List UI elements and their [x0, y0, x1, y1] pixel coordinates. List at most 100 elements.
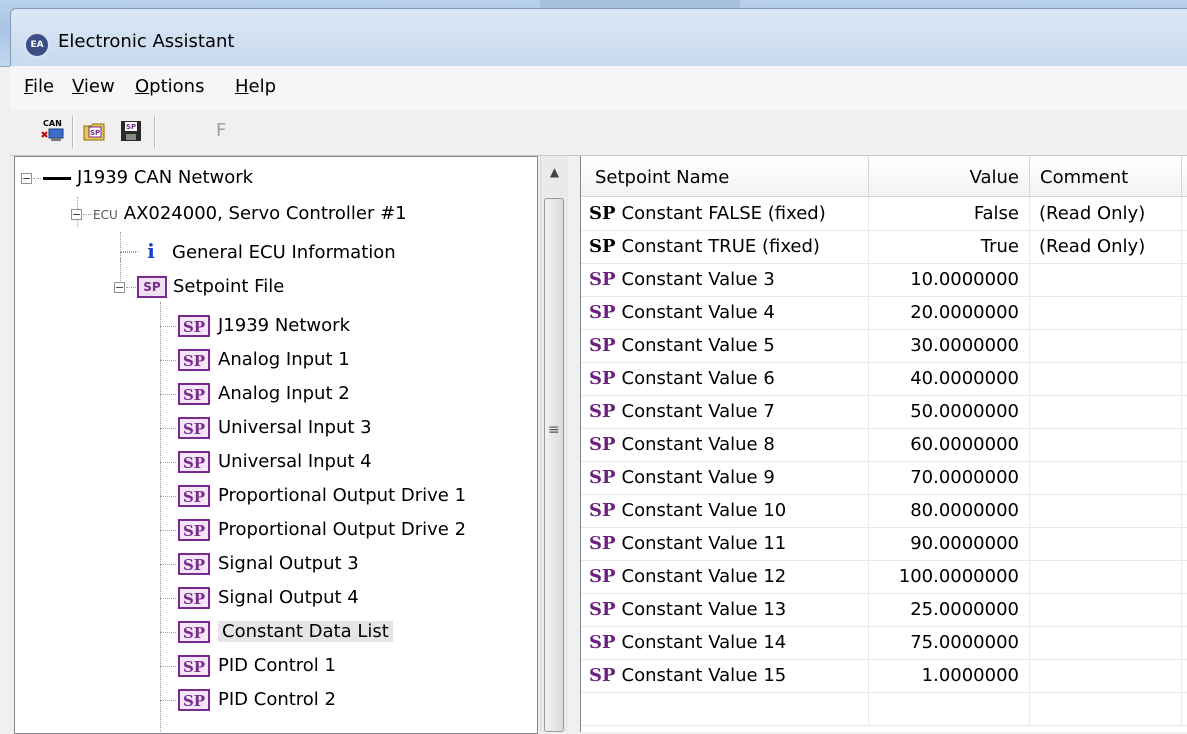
tree-item-setpoint[interactable]: SP Signal Output 3: [178, 547, 359, 581]
table-row[interactable]: SP Constant Value 4 20.0000000: [581, 296, 1187, 330]
cell-value[interactable]: 25.0000000: [869, 593, 1030, 626]
setpoint-name-text: Constant Value 8: [621, 434, 775, 455]
toolbar-separator: [154, 116, 156, 148]
setpoint-icon: SP: [178, 485, 210, 507]
cell-value[interactable]: 30.0000000: [869, 329, 1030, 362]
setpoint-badge-icon: SP: [589, 434, 616, 455]
tree-item-setpoint-file[interactable]: SP Setpoint File: [137, 270, 284, 304]
cell-comment: (Read Only): [1030, 197, 1182, 230]
cell-value[interactable]: 10.0000000: [869, 263, 1030, 296]
expander-root[interactable]: −: [21, 173, 32, 184]
table-row[interactable]: SP Constant Value 5 30.0000000: [581, 329, 1187, 363]
setpoint-name-text: Constant Value 6: [621, 368, 775, 389]
table-row[interactable]: SP Constant Value 9 70.0000000: [581, 461, 1187, 495]
menu-help-accel: H: [235, 76, 249, 97]
cell-value[interactable]: 1.0000000: [869, 659, 1030, 692]
cell-setpoint-name: SP Constant Value 3: [581, 263, 869, 296]
setpoint-name-text: Constant Value 10: [621, 500, 787, 521]
tree-item-setpoint[interactable]: SP Proportional Output Drive 1: [178, 479, 466, 513]
tree-item-j1939-can-network[interactable]: J1939 CAN Network: [43, 161, 253, 195]
column-header-comment[interactable]: Comment: [1030, 156, 1182, 196]
open-setpoint-icon[interactable]: SP: [82, 118, 108, 144]
tree-connector: [160, 496, 176, 497]
scrollbar-thumb[interactable]: [544, 198, 564, 732]
setpoint-icon: SP: [178, 587, 210, 609]
cell-comment: [1030, 263, 1182, 296]
cell-value[interactable]: 80.0000000: [869, 494, 1030, 527]
table-row[interactable]: SP Constant FALSE (fixed) False (Read Only): [581, 197, 1187, 231]
cell-setpoint-name: SP Constant Value 4: [581, 296, 869, 329]
table-row[interactable]: SP Constant Value 7 50.0000000: [581, 395, 1187, 429]
table-row[interactable]: SP Constant Value 15 1.0000000: [581, 659, 1187, 693]
cell-value[interactable]: 40.0000000: [869, 362, 1030, 395]
table-row[interactable]: SP Constant Value 10 80.0000000: [581, 494, 1187, 528]
table-row[interactable]: SP Constant Value 8 60.0000000: [581, 428, 1187, 462]
table-row[interactable]: SP Constant Value 14 75.0000000: [581, 626, 1187, 660]
tree-item-setpoint[interactable]: SP Constant Data List: [178, 615, 393, 649]
menu-file[interactable]: File: [24, 76, 54, 97]
tree-item-setpoint[interactable]: SP Signal Output 4: [178, 581, 359, 615]
cell-value[interactable]: 60.0000000: [869, 428, 1030, 461]
tree-item-setpoint[interactable]: SP Analog Input 2: [178, 377, 350, 411]
expander-setpoint-file[interactable]: −: [114, 282, 125, 293]
cell-value[interactable]: 50.0000000: [869, 395, 1030, 428]
tree-item-setpoint[interactable]: SP Universal Input 4: [178, 445, 372, 479]
setpoint-name-text: Constant Value 15: [621, 665, 787, 686]
app-logo-icon: EA: [24, 32, 50, 58]
table-row[interactable]: SP Constant Value 11 90.0000000: [581, 527, 1187, 561]
toolbar-f-button[interactable]: F: [216, 120, 226, 141]
cell-empty: [869, 692, 1030, 725]
tree-item-setpoint[interactable]: SP Analog Input 1: [178, 343, 350, 377]
cell-comment: [1030, 395, 1182, 428]
cell-value[interactable]: 75.0000000: [869, 626, 1030, 659]
table-row[interactable]: SP Constant Value 6 40.0000000: [581, 362, 1187, 396]
setpoint-badge-icon: SP: [589, 500, 616, 521]
expander-ecu[interactable]: −: [71, 209, 82, 220]
cell-value[interactable]: True: [869, 230, 1030, 263]
setpoint-badge-icon: SP: [589, 203, 616, 224]
table-row[interactable]: SP Constant Value 12 100.0000000: [581, 560, 1187, 594]
tree-item-setpoint[interactable]: SP PID Control 2: [178, 683, 336, 717]
tree-connector: [160, 428, 176, 429]
tree-item-ecu[interactable]: ECU AX024000, Servo Controller #1: [93, 197, 407, 231]
menu-view[interactable]: View: [72, 76, 115, 97]
pane-splitter[interactable]: [568, 156, 580, 732]
tree-item-setpoint[interactable]: SP Proportional Output Drive 2: [178, 513, 466, 547]
column-header-setpoint-name[interactable]: Setpoint Name: [581, 156, 869, 196]
tree-label: Setpoint File: [173, 276, 285, 297]
cell-empty: [581, 692, 869, 725]
scroll-up-icon[interactable]: ▲: [541, 156, 568, 188]
tree-item-setpoint[interactable]: SP Universal Input 3: [178, 411, 372, 445]
setpoint-icon: SP: [178, 349, 210, 371]
tree-item-general-ecu-information[interactable]: i General ECU Information: [140, 234, 396, 268]
setpoint-icon: SP: [178, 417, 210, 439]
tree-connector: [120, 252, 136, 253]
table-row[interactable]: SP Constant Value 3 10.0000000: [581, 263, 1187, 297]
tree-scrollbar[interactable]: ▲ ≡: [540, 156, 568, 732]
tree-label: PID Control 1: [218, 655, 336, 676]
setpoint-icon: SP: [178, 383, 210, 405]
setpoint-badge-icon: SP: [589, 533, 616, 554]
table-row[interactable]: SP Constant Value 13 25.0000000: [581, 593, 1187, 627]
cell-setpoint-name: SP Constant Value 8: [581, 428, 869, 461]
menu-help[interactable]: Help: [235, 76, 276, 97]
cell-value[interactable]: 20.0000000: [869, 296, 1030, 329]
column-header-value[interactable]: Value: [869, 156, 1030, 196]
cell-value[interactable]: 100.0000000: [869, 560, 1030, 593]
cell-value[interactable]: 70.0000000: [869, 461, 1030, 494]
open-sp-label: SP: [90, 129, 100, 137]
can-connect-icon[interactable]: CAN: [40, 118, 66, 144]
cell-comment: [1030, 659, 1182, 692]
cell-setpoint-name: SP Constant Value 15: [581, 659, 869, 692]
cell-empty: [1030, 692, 1182, 725]
menu-options[interactable]: Options: [135, 76, 204, 97]
tree-item-setpoint[interactable]: SP J1939 Network: [178, 309, 350, 343]
cell-value[interactable]: 90.0000000: [869, 527, 1030, 560]
table-row[interactable]: SP Constant TRUE (fixed) True (Read Only): [581, 230, 1187, 264]
cell-comment: [1030, 494, 1182, 527]
save-setpoint-icon[interactable]: SP: [118, 118, 144, 144]
cell-value[interactable]: False: [869, 197, 1030, 230]
tree-item-setpoint[interactable]: SP PID Control 1: [178, 649, 336, 683]
tree-connector: [160, 632, 176, 633]
tree-connector: [160, 666, 176, 667]
